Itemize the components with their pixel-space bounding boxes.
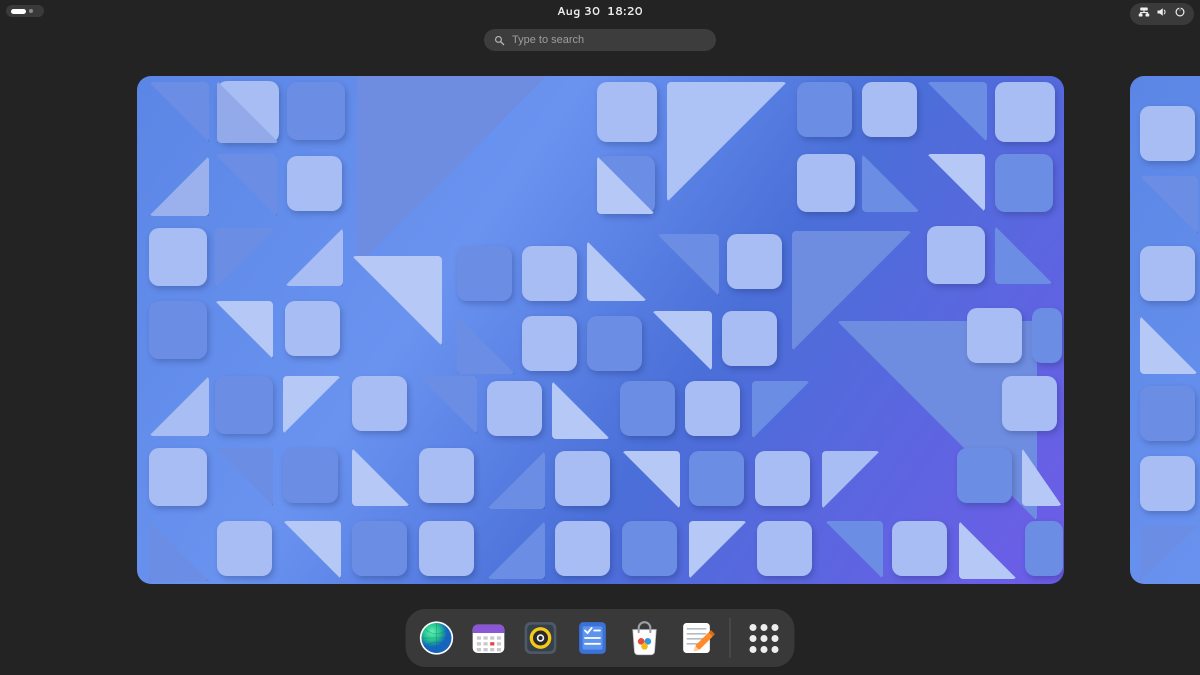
dash xyxy=(406,609,795,667)
activities-button[interactable] xyxy=(6,5,44,17)
search-input[interactable] xyxy=(512,34,706,46)
clock-date: Aug 30 xyxy=(557,3,600,19)
calendar-icon xyxy=(469,618,509,658)
text-editor-icon xyxy=(677,618,717,658)
clock-time: 18:20 xyxy=(607,3,643,19)
volume-icon xyxy=(1156,6,1168,22)
speaker-icon xyxy=(521,618,561,658)
app-web-browser[interactable] xyxy=(416,617,458,659)
workspace-indicator-active xyxy=(11,9,26,14)
search-icon xyxy=(494,29,505,52)
app-music[interactable] xyxy=(520,617,562,659)
network-wired-icon xyxy=(1138,6,1150,22)
globe-icon xyxy=(417,618,457,658)
system-status-area[interactable] xyxy=(1130,3,1194,25)
clock[interactable]: Aug 30 18:20 xyxy=(557,3,643,19)
show-apps-button[interactable] xyxy=(743,617,785,659)
app-todo[interactable] xyxy=(572,617,614,659)
search-bar[interactable] xyxy=(484,29,716,51)
dock-separator xyxy=(730,618,731,658)
app-text-editor[interactable] xyxy=(676,617,718,659)
workspace-preview-1[interactable] xyxy=(137,76,1064,584)
power-icon xyxy=(1174,6,1186,22)
top-bar: Aug 30 18:20 xyxy=(0,0,1200,22)
workspace-preview-2[interactable] xyxy=(1130,76,1200,584)
checklist-icon xyxy=(573,618,613,658)
app-software[interactable] xyxy=(624,617,666,659)
shopping-bag-icon xyxy=(625,618,665,658)
wallpaper xyxy=(137,76,1064,584)
workspace-indicator-dot xyxy=(29,9,33,13)
app-calendar[interactable] xyxy=(468,617,510,659)
wallpaper xyxy=(1130,76,1200,584)
